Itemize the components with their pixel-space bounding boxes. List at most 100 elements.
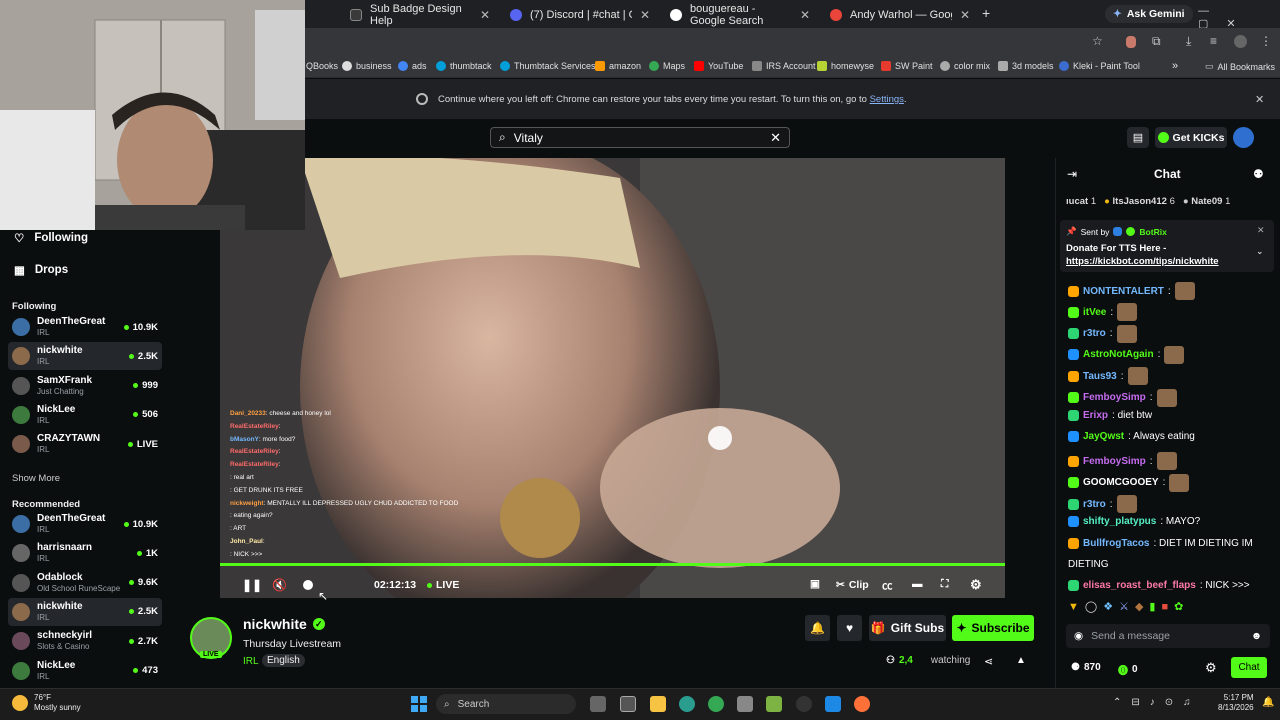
close-tab-icon[interactable]: ✕ [640,8,650,22]
close-tab-icon[interactable]: ✕ [800,8,810,22]
chat-input[interactable]: ◉ Send a message ☻ [1066,624,1270,648]
firefox-icon[interactable] [854,696,870,712]
fullscreen-icon[interactable]: ⛶ [941,578,948,591]
notification-bell-icon[interactable]: 🔔 [805,615,830,641]
kicks-balance[interactable]: ⓿0 [1118,662,1138,677]
bookmark[interactable]: business [342,61,392,71]
miniplayer-icon[interactable]: ▬ [912,578,923,590]
follow-heart-icon[interactable]: ♥ [837,615,862,641]
collapse-chat-icon[interactable]: ⇥ [1067,167,1077,181]
channel-row[interactable]: Odablock Old School RuneScape 9.6K [8,569,162,597]
notepad-icon[interactable] [620,696,636,712]
system-tray-icons[interactable]: ⌃⊟♪⊙♫ [1113,697,1201,708]
tab[interactable]: bouguereau - Google Search ✕ [660,3,820,27]
user-settings-icon[interactable]: ⚉ [1253,167,1264,181]
chat-send-button[interactable]: Chat [1231,657,1267,678]
emote-icon[interactable]: ✿ [1174,601,1189,613]
channel-row[interactable]: SamXFrank Just Chatting 999 [8,372,162,400]
chat-username[interactable]: Taus93 [1083,371,1117,382]
channel-row[interactable]: nickwhite IRL 2.5K [8,597,162,626]
channel-row[interactable]: schneckyirl Slots & Casino 2.7K [8,627,162,655]
gifter[interactable]: ● Nate09 1 [1183,196,1231,207]
emote-bar[interactable]: ▼◯❖⚔◆▮■✿ [1068,600,1189,613]
clear-search-icon[interactable]: ✕ [770,130,781,146]
app-icon[interactable] [766,696,782,712]
app-icon[interactable] [737,696,753,712]
photos-icon[interactable] [825,696,841,712]
language-tag[interactable]: English [262,654,305,667]
emote-icon[interactable]: ▼ [1068,601,1085,613]
mute-icon[interactable]: 🔇 [272,578,287,592]
nav-drops[interactable]: ▦ Drops [14,263,68,277]
chrome-icon[interactable] [708,696,724,712]
close-infobar-icon[interactable]: ✕ [1255,93,1264,106]
chat-username[interactable]: Erixp [1083,410,1108,421]
extensions-icon[interactable]: ⧉ [1152,34,1161,49]
file-explorer-icon[interactable] [650,696,666,712]
ask-gemini-button[interactable]: ✦ Ask Gemini [1105,5,1193,23]
profile-avatar[interactable] [1234,35,1247,48]
window-controls[interactable]: —▢✕ [1198,5,1280,30]
more-bookmarks-icon[interactable]: » [1172,60,1178,72]
chat-username[interactable]: NONTENTALERT [1083,286,1164,297]
streamer-name[interactable]: nickwhite ✓ [243,616,325,632]
emote-icon[interactable]: ◯ [1085,601,1103,613]
chat-username[interactable]: elisas_roast_beef_flaps [1083,580,1196,591]
volume-slider[interactable] [303,580,313,590]
channel-row[interactable]: DeenTheGreat IRL 10.9K [8,313,162,341]
bookmark[interactable]: color mix [940,61,990,71]
bookmark[interactable]: QBooks [306,61,338,71]
channel-row[interactable]: NickLee IRL 473 [8,657,162,685]
chat-username[interactable]: shifty_platypus [1083,516,1156,527]
obs-icon[interactable] [796,696,812,712]
new-tab-button[interactable]: + [982,5,990,21]
download-icon[interactable]: ⤓ [1186,34,1191,49]
unpin-icon[interactable]: ✕ [1257,225,1265,236]
nav-following[interactable]: ♡ Following [14,231,88,245]
chat-username[interactable]: JayQwst [1083,431,1124,442]
show-more-link[interactable]: Show More [12,473,60,484]
bookmark[interactable]: SW Paint [881,61,933,71]
extension-icon[interactable] [1126,36,1136,48]
close-tab-icon[interactable]: ✕ [960,8,970,22]
theater-icon[interactable]: ▣ [810,578,820,590]
emote-icon[interactable]: ▮ [1149,601,1161,613]
channel-row[interactable]: DeenTheGreat IRL 10.9K [8,510,162,538]
chat-username[interactable]: r3tro [1083,499,1106,510]
pause-icon[interactable]: ❚❚ [242,578,262,592]
tab[interactable]: (7) Discord | #chat | Greatwhite✕ [500,4,660,26]
reading-list-icon[interactable]: ≡ [1210,34,1217,48]
gift-subs-button[interactable]: 🎁 Gift Subs [869,615,946,641]
bookmark[interactable]: thumbtack [436,61,492,71]
bookmark[interactable]: ads [398,61,427,71]
emote-icon[interactable]: ❖ [1103,601,1119,613]
gifter[interactable]: ● ItsJason412 6 [1104,196,1175,207]
weather-widget[interactable]: 76°F Mostly sunny [34,693,81,713]
progress-bar[interactable] [220,563,1005,566]
emoji-icon[interactable]: ☻ [1251,630,1262,642]
captions-icon[interactable]: ㏄ [882,578,893,593]
settings-icon[interactable]: ⚙ [970,577,982,593]
chat-username[interactable]: GOOMCGOOEY [1083,477,1159,488]
share-icon[interactable]: ⋖ [984,655,993,668]
video-player[interactable] [220,158,1005,598]
chat-username[interactable]: AstroNotAgain [1083,349,1154,360]
dashboard-icon[interactable]: ▤ [1127,127,1149,148]
close-tab-icon[interactable]: ✕ [480,8,490,22]
subscribe-button[interactable]: ✦ Subscribe [952,615,1034,641]
bookmark[interactable]: Kleki - Paint Tool [1059,61,1140,71]
emote-icon[interactable]: ⚔ [1119,601,1135,613]
bookmark[interactable]: 3d models [998,61,1054,71]
taskbar-search[interactable]: ⌕ Search [436,694,576,714]
notification-bell-icon[interactable]: 🔔 [1262,697,1274,708]
emote-icon[interactable]: ■ [1161,601,1174,613]
expand-pinned-icon[interactable]: ⌄ [1256,246,1264,257]
bookmark-star-icon[interactable]: ☆ [1092,34,1103,48]
all-bookmarks[interactable]: ▭ All Bookmarks [1205,61,1275,72]
bookmark[interactable]: IRS Account [752,61,816,71]
gifter[interactable]: ıucat 1 [1066,196,1096,207]
start-button[interactable] [411,696,427,712]
task-view-icon[interactable] [590,696,606,712]
get-kicks-button[interactable]: Get KICKs [1155,127,1227,148]
channel-points[interactable]: ⚈ 870 [1071,662,1101,673]
